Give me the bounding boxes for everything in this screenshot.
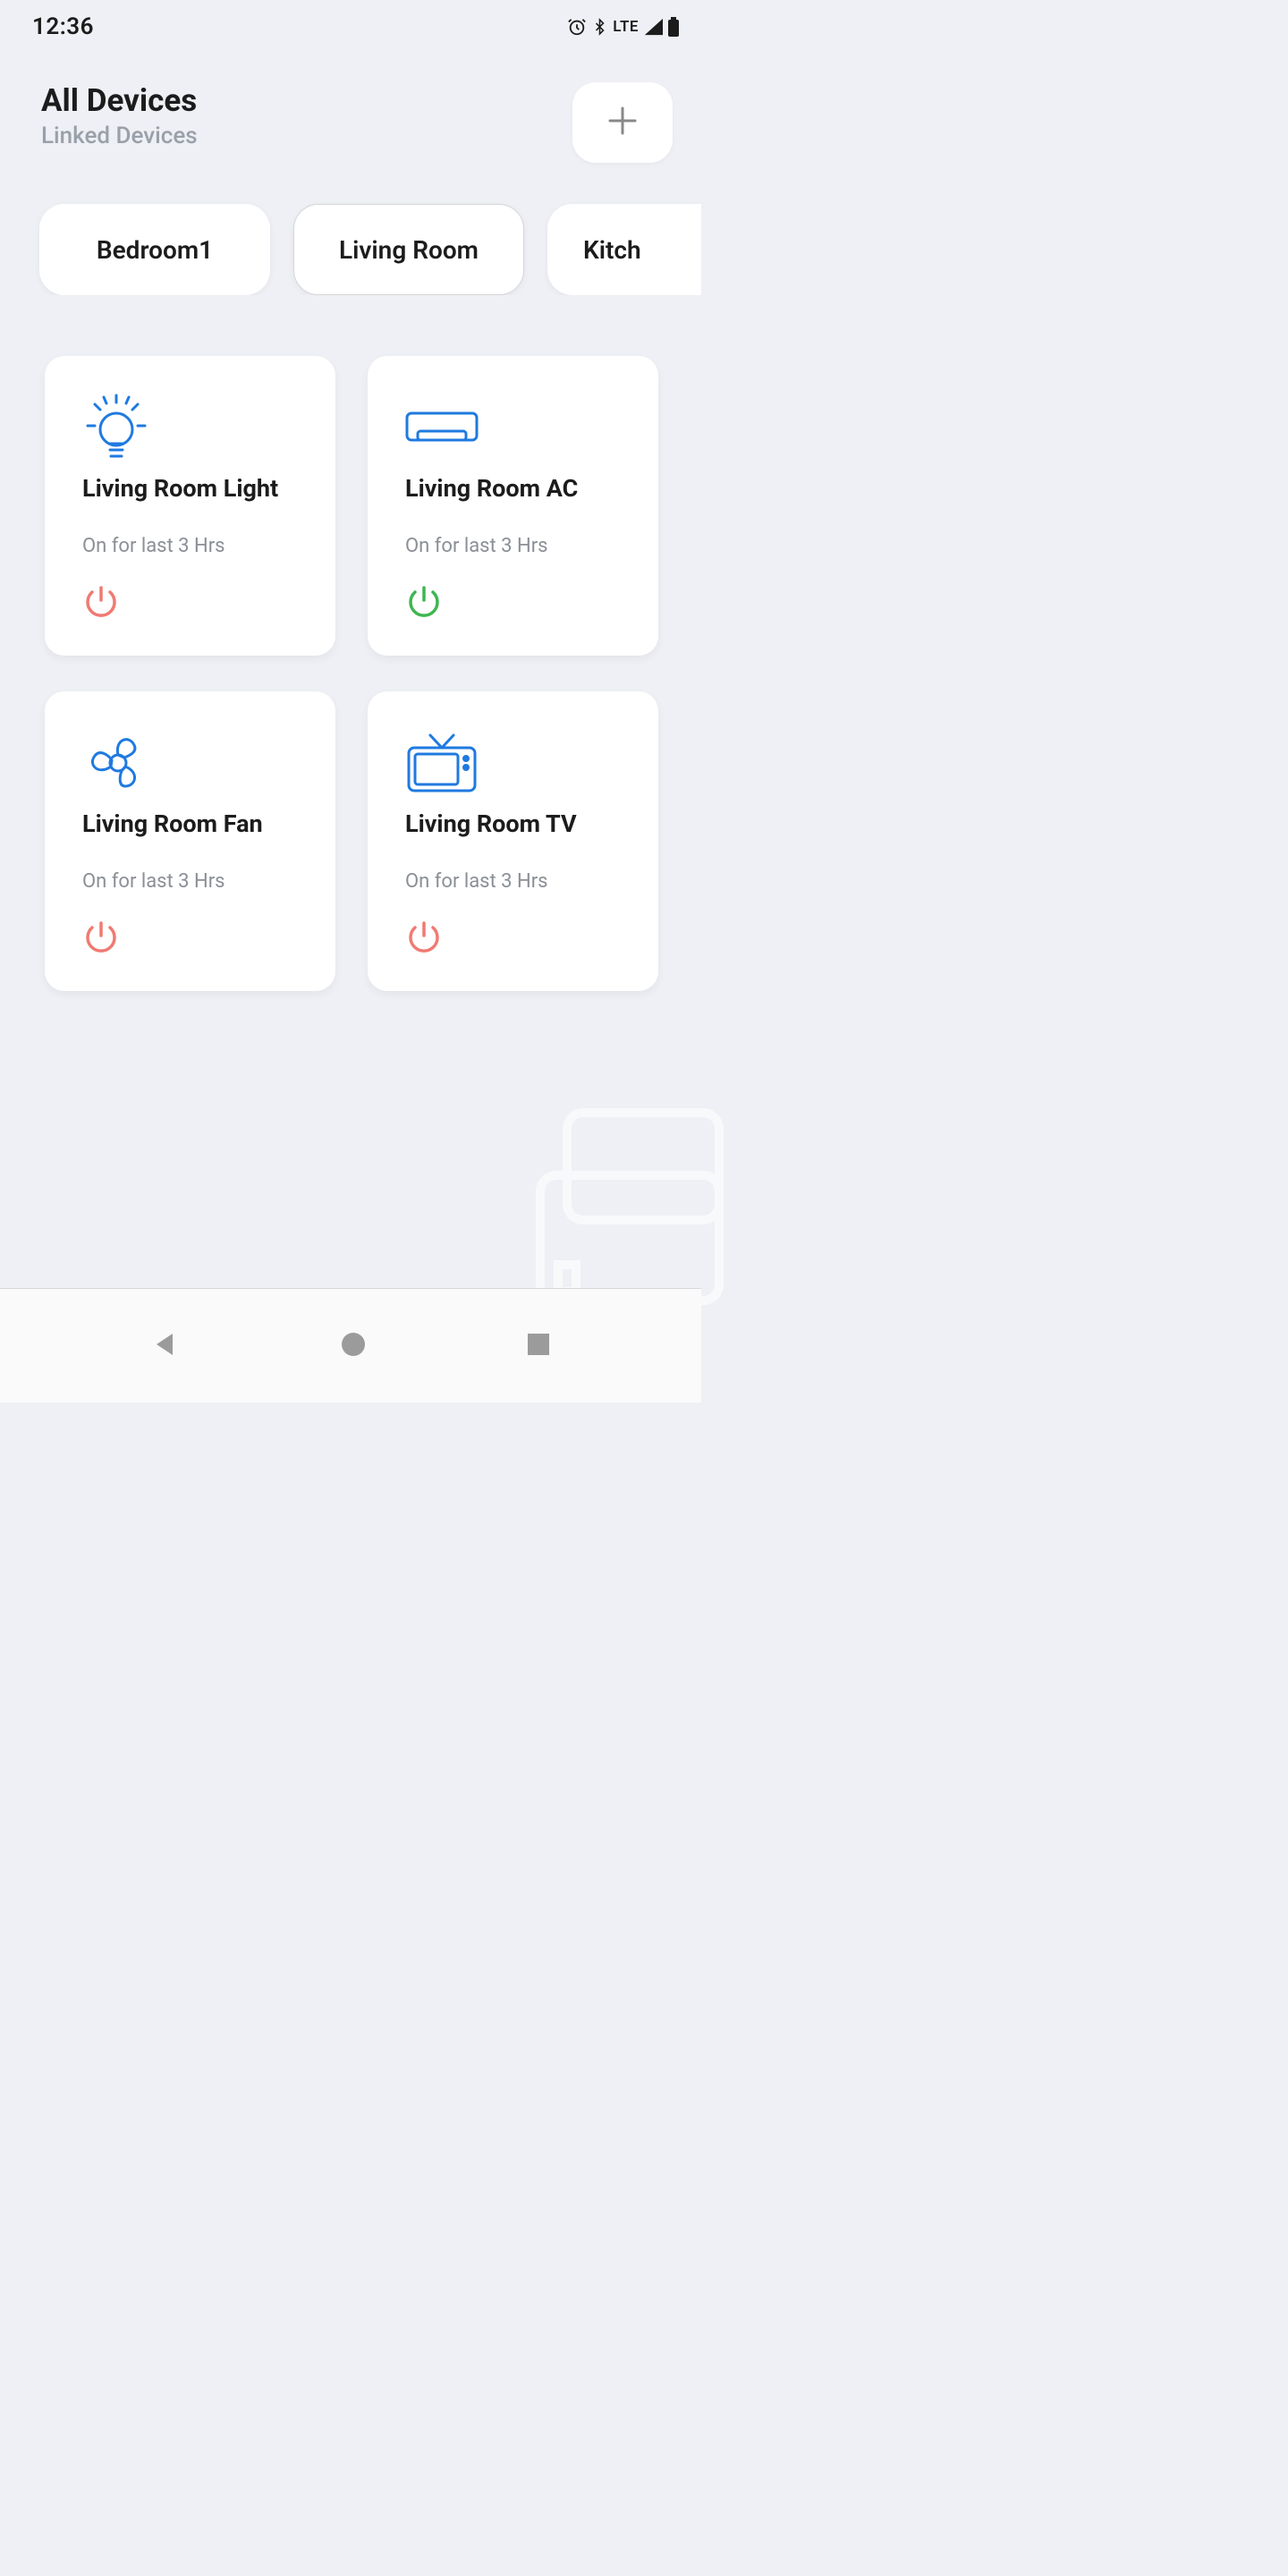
bluetooth-icon [591, 17, 608, 37]
power-button[interactable] [82, 584, 300, 625]
fan-icon [82, 725, 300, 801]
device-status: On for last 3 Hrs [82, 870, 300, 893]
power-button[interactable] [405, 584, 623, 625]
device-name: Living Room AC [405, 474, 623, 503]
page-title: All Devices [41, 82, 198, 119]
nav-recent-button[interactable] [527, 1333, 550, 1360]
power-icon [405, 608, 443, 625]
room-label: Bedroom1 [97, 235, 213, 265]
background-decoration [531, 1095, 728, 1313]
room-tab-bedroom1[interactable]: Bedroom1 [39, 204, 270, 295]
power-icon [82, 944, 120, 961]
lightbulb-icon [82, 390, 300, 465]
device-card-fan[interactable]: Living Room Fan On for last 3 Hrs [45, 691, 335, 991]
power-button[interactable] [405, 919, 623, 961]
device-status: On for last 3 Hrs [405, 535, 623, 557]
header-titles: All Devices Linked Devices [41, 82, 198, 149]
device-name: Living Room Fan [82, 809, 300, 838]
device-name: Living Room TV [405, 809, 623, 838]
room-tabs[interactable]: Bedroom1 Living Room Kitch [0, 163, 701, 295]
device-card-tv[interactable]: Living Room TV On for last 3 Hrs [368, 691, 658, 991]
power-icon [405, 944, 443, 961]
plus-icon [605, 103, 640, 142]
android-nav-bar [0, 1288, 701, 1402]
device-card-ac[interactable]: Living Room AC On for last 3 Hrs [368, 356, 658, 656]
device-grid: Living Room Light On for last 3 Hrs Livi… [0, 295, 701, 991]
device-name: Living Room Light [82, 474, 300, 503]
status-icons: LTE [567, 17, 680, 37]
battery-icon [667, 17, 680, 37]
alarm-icon [567, 17, 587, 37]
device-card-light[interactable]: Living Room Light On for last 3 Hrs [45, 356, 335, 656]
tv-icon [405, 725, 623, 801]
room-label: Kitch [583, 235, 641, 265]
nav-back-button[interactable] [151, 1330, 180, 1362]
network-label: LTE [613, 18, 639, 36]
nav-home-button[interactable] [340, 1331, 367, 1361]
ac-icon [405, 390, 623, 465]
device-status: On for last 3 Hrs [82, 535, 300, 557]
add-device-button[interactable] [572, 82, 673, 163]
power-icon [82, 608, 120, 625]
power-button[interactable] [82, 919, 300, 961]
status-bar: 12:36 LTE [0, 0, 701, 41]
page-subtitle: Linked Devices [41, 123, 198, 149]
header: All Devices Linked Devices [0, 41, 701, 163]
signal-icon [643, 18, 663, 36]
status-time: 12:36 [32, 13, 94, 40]
room-tab-kitchen[interactable]: Kitch [547, 204, 701, 295]
room-label: Living Room [339, 235, 479, 265]
room-tab-living-room[interactable]: Living Room [293, 204, 524, 295]
device-status: On for last 3 Hrs [405, 870, 623, 893]
